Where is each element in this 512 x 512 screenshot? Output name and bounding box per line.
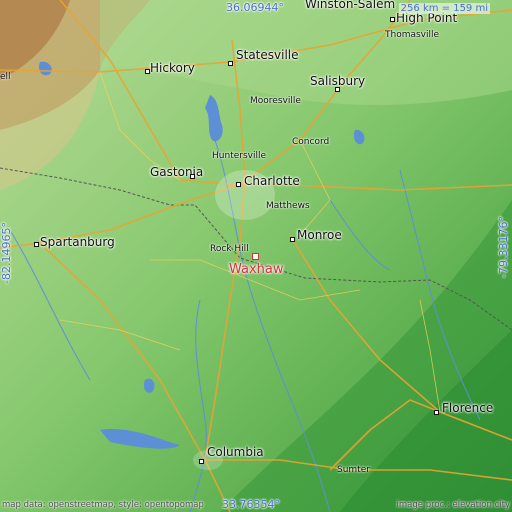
city-marker-charlotte[interactable] xyxy=(236,182,241,187)
city-marker-columbia[interactable] xyxy=(199,459,204,464)
city-label-gastonia: Gastonia xyxy=(150,165,204,179)
city-label-winston-salem: Winston-Salem xyxy=(305,0,396,11)
attribution-image-proc: image proc.: elevation.city xyxy=(396,500,510,510)
city-marker-monroe[interactable] xyxy=(290,237,295,242)
city-marker-statesville[interactable] xyxy=(228,61,233,66)
city-label-statesville: Statesville xyxy=(236,48,299,62)
city-label-huntersville: Huntersville xyxy=(212,151,266,161)
city-label-charlotte: Charlotte xyxy=(244,174,300,188)
coord-left: -82.14965° xyxy=(0,222,13,284)
city-label-spartanburg: Spartanburg xyxy=(40,235,115,249)
city-label-mooresville: Mooresville xyxy=(250,96,301,106)
city-label-monroe: Monroe xyxy=(297,228,342,242)
city-label-columbia: Columbia xyxy=(207,445,264,459)
city-label-edge-left: ell xyxy=(0,72,11,82)
city-label-matthews: Matthews xyxy=(266,201,310,211)
highlight-marker[interactable] xyxy=(252,253,259,260)
map-view[interactable]: Winston-Salem High Point Thomasville Hic… xyxy=(0,0,512,512)
coord-bottom: 33.76354° xyxy=(222,498,280,511)
scale-bar: 256 km = 159 mi xyxy=(398,3,490,14)
coord-right: -79.33176° xyxy=(497,216,510,278)
city-label-salisbury: Salisbury xyxy=(310,74,366,88)
city-label-sumter: Sumter xyxy=(337,465,370,475)
highlight-city-label: Waxhaw xyxy=(229,262,284,277)
city-marker-salisbury[interactable] xyxy=(335,87,340,92)
attribution-map-data: map data: openstreetmap, style: opentopo… xyxy=(2,500,204,510)
city-marker-spartanburg[interactable] xyxy=(34,242,39,247)
city-label-thomasville: Thomasville xyxy=(385,30,440,40)
city-label-florence: Florence xyxy=(442,401,494,415)
city-marker-hickory[interactable] xyxy=(145,69,150,74)
city-label-concord: Concord xyxy=(292,137,330,147)
city-label-hickory: Hickory xyxy=(150,61,195,75)
city-label-rock-hill: Rock Hill xyxy=(210,244,249,254)
coord-top: 36.06944° xyxy=(226,1,284,14)
city-marker-gastonia[interactable] xyxy=(190,174,195,179)
city-marker-florence[interactable] xyxy=(434,410,439,415)
city-marker-high-point[interactable] xyxy=(390,17,395,22)
